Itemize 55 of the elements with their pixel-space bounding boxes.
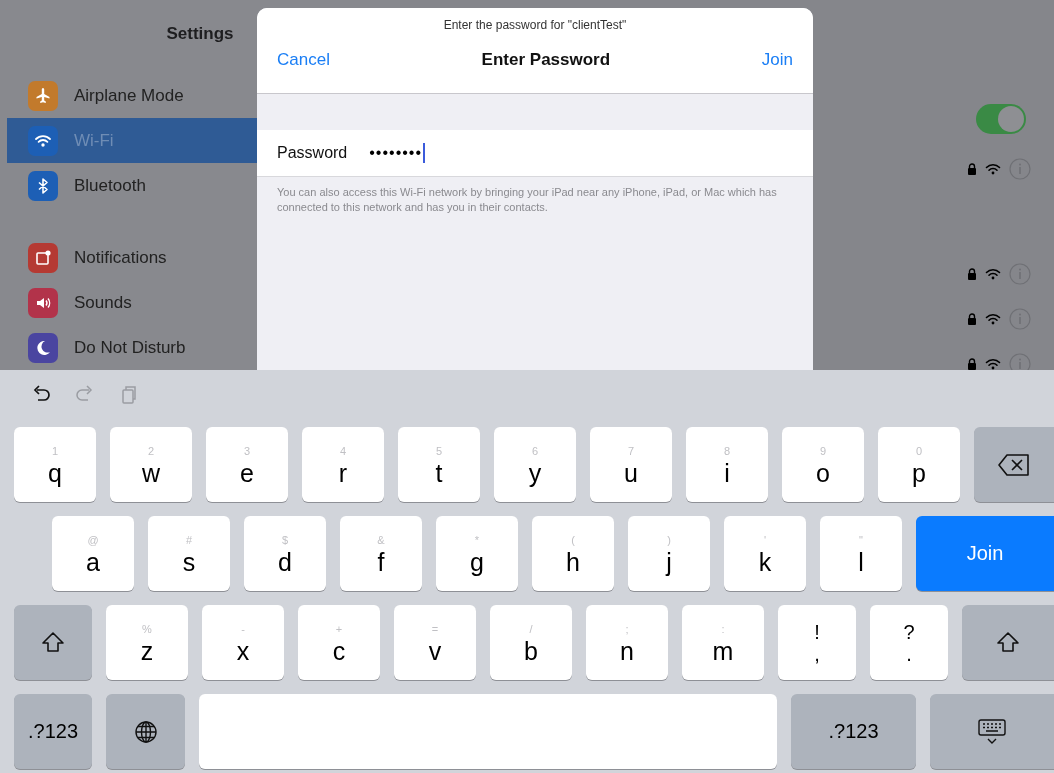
key[interactable]: * g <box>436 516 518 591</box>
key[interactable]: $ d <box>244 516 326 591</box>
hide-keyboard-key[interactable] <box>930 694 1054 769</box>
dialog-subtitle: Enter the password for "clientTest" <box>443 17 627 34</box>
sidebar-item[interactable]: Do Not Disturb <box>7 325 400 370</box>
key[interactable]: = v <box>394 605 476 680</box>
key[interactable]: 3 e <box>206 427 288 502</box>
wifi-signal-icon <box>985 357 1001 370</box>
numbers-key[interactable]: .?123 <box>791 694 916 769</box>
password-label: Password <box>277 144 348 162</box>
globe-key[interactable] <box>106 694 185 769</box>
backspace-key[interactable] <box>974 427 1054 502</box>
dialog-title: Enter Password <box>481 50 611 70</box>
wifi-signal-icon <box>985 312 1001 325</box>
keyboard-icon <box>977 717 1007 746</box>
sidebar-item[interactable]: Notifications <box>7 235 400 280</box>
key[interactable]: " l <box>820 516 902 591</box>
key[interactable]: % z <box>106 605 188 680</box>
key[interactable]: 6 y <box>494 427 576 502</box>
cancel-button[interactable]: Cancel <box>277 50 330 70</box>
join-button[interactable]: Join <box>761 50 793 70</box>
key[interactable]: : m <box>682 605 764 680</box>
sidebar-item[interactable]: Airplane Mode <box>7 73 400 118</box>
shift-key[interactable] <box>14 605 92 680</box>
help-text: You can also access this Wi-Fi network by bringing your iPad near any iPhone, iPad, or Mac which has connected to this network and has you in their contacts. <box>276 185 777 215</box>
key[interactable]: ) j <box>628 516 710 591</box>
key[interactable]: ; n <box>586 605 668 680</box>
key[interactable]: 8 i <box>686 427 768 502</box>
key[interactable]: 9 o <box>782 427 864 502</box>
key[interactable]: + c <box>298 605 380 680</box>
info-icon[interactable] <box>1009 352 1031 370</box>
wifi-signal-icon <box>985 267 1001 280</box>
key[interactable]: 2 w <box>110 427 192 502</box>
key[interactable]: / b <box>490 605 572 680</box>
backspace-icon <box>997 452 1031 477</box>
key[interactable]: - x <box>202 605 284 680</box>
key[interactable]: 4 r <box>302 427 384 502</box>
toggle-switch[interactable] <box>976 104 1026 134</box>
globe-icon <box>132 718 159 745</box>
wifi-signal-icon <box>985 162 1001 175</box>
key[interactable]: ' k <box>724 516 806 591</box>
sidebar-title: Settings <box>165 23 235 45</box>
key[interactable]: 5 t <box>398 427 480 502</box>
key[interactable]: ! , <box>778 605 856 680</box>
sidebar-item[interactable]: Sounds <box>7 280 400 325</box>
key[interactable]: @ a <box>52 516 134 591</box>
key[interactable]: # s <box>148 516 230 591</box>
key[interactable]: ( h <box>532 516 614 591</box>
key[interactable]: ? . <box>870 605 948 680</box>
space-key[interactable] <box>199 694 777 769</box>
key[interactable]: & f <box>340 516 422 591</box>
key[interactable]: 7 u <box>590 427 672 502</box>
numbers-key[interactable]: .?123 <box>14 694 92 769</box>
join-key[interactable]: Join <box>916 516 1054 591</box>
key[interactable]: 1 q <box>14 427 96 502</box>
